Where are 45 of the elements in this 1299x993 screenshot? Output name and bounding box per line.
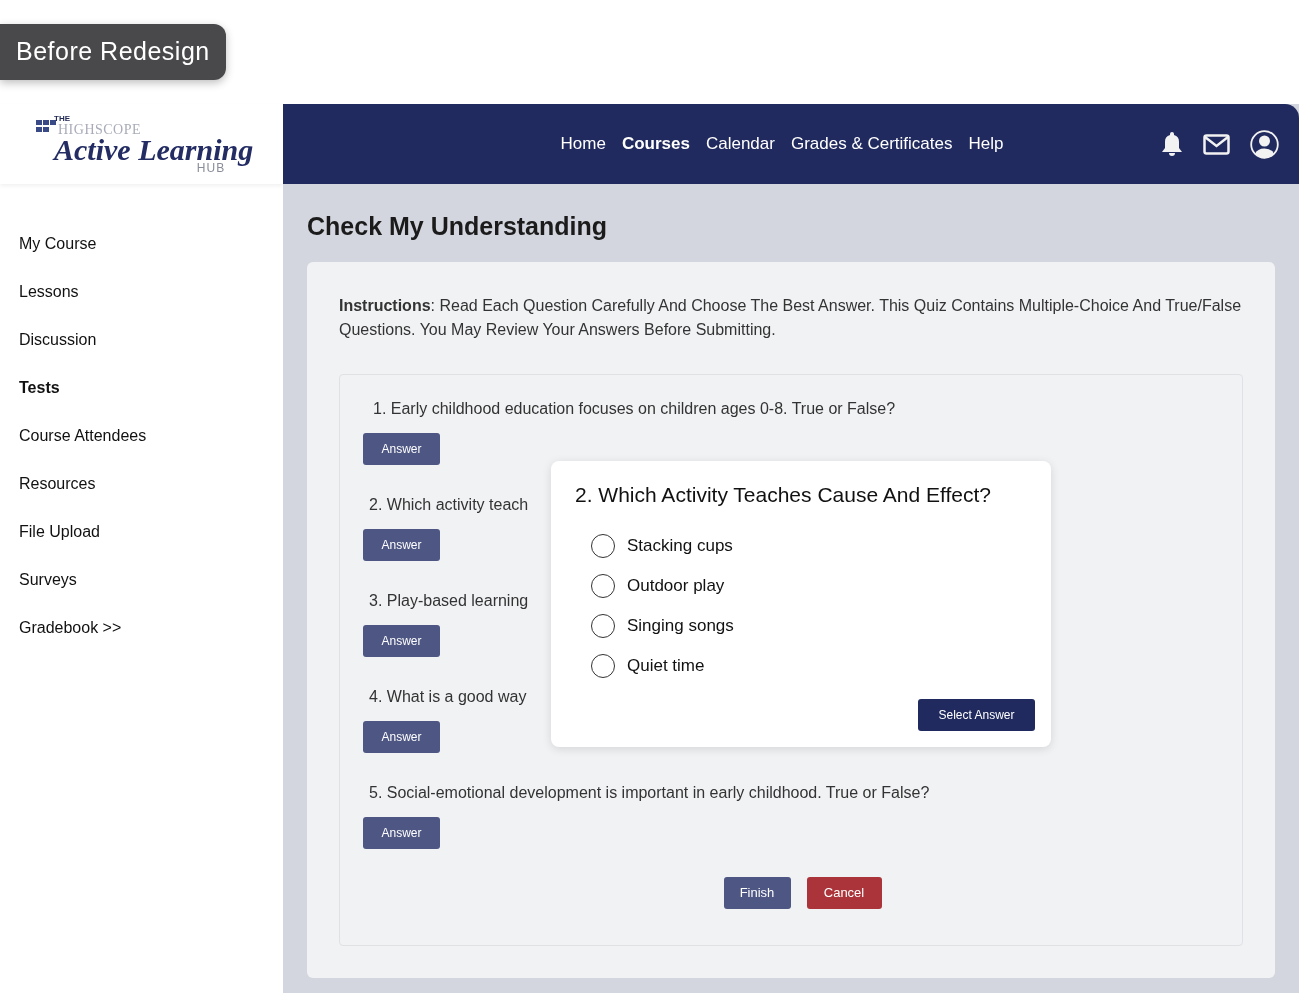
page-label: Before Redesign [0, 24, 226, 80]
radio-button[interactable] [591, 654, 615, 678]
radio-button[interactable] [591, 614, 615, 638]
nav-link[interactable]: Help [968, 131, 1004, 157]
nav-link[interactable]: Courses [621, 131, 690, 157]
option-label: Quiet time [627, 655, 705, 678]
bell-icon[interactable] [1161, 131, 1183, 157]
sidebar-item[interactable]: Surveys [19, 568, 77, 592]
question-text: 2. Which activity teach [369, 494, 529, 515]
radio-button[interactable] [591, 574, 615, 598]
sidebar-item[interactable]: Gradebook >> [19, 616, 122, 640]
option-label: Stacking cups [627, 535, 733, 558]
logo-brand: HIGHSCOPE [58, 122, 143, 137]
question-text: 4. What is a good way [369, 686, 527, 707]
answer-button[interactable]: Answer [363, 816, 440, 849]
sidebar-item[interactable]: Discussion [19, 328, 97, 352]
sidebar-item[interactable]: Tests [19, 376, 60, 400]
mail-icon[interactable] [1203, 133, 1230, 155]
answer-button[interactable]: Answer [363, 528, 440, 561]
question-text: 3. Play-based learning [369, 590, 529, 611]
nav-link[interactable]: Grades & Certificates [790, 131, 953, 157]
sidebar-item[interactable]: File Upload [19, 520, 100, 544]
answer-button[interactable]: Answer [363, 624, 440, 657]
cancel-button[interactable]: Cancel [806, 876, 882, 909]
sidebar-item[interactable]: Resources [19, 472, 96, 496]
question-text: 5. Social-emotional development is important in early childhood. True or False? [369, 782, 930, 803]
nav-link[interactable]: Calendar [705, 131, 775, 157]
nav-link[interactable]: Home [560, 131, 606, 157]
logo-text: THE [54, 114, 71, 123]
page-title: Check My Understanding [307, 211, 609, 242]
select-answer-button[interactable]: Select Answer [918, 698, 1035, 731]
question-text: 1. Early childhood education focuses on children ages 0-8. True or False? [373, 398, 896, 419]
user-icon[interactable] [1250, 129, 1279, 159]
radio-button[interactable] [591, 534, 615, 558]
option-label: Outdoor play [627, 575, 725, 598]
sidebar-item[interactable]: My Course [19, 232, 97, 256]
option-label: Singing songs [627, 615, 734, 638]
logo-title: Active Learning [54, 134, 254, 165]
answer-button[interactable]: Answer [363, 432, 440, 465]
sidebar-item[interactable]: Course Attendees [19, 424, 147, 448]
instructions-text: Instructions: Read Each Question Carefully And Choose The Best Answer. This Quiz Contains Multiple-Choice And True/False Questions. You May Review Your Answers Before Submitting. [339, 295, 1243, 340]
answer-button[interactable]: Answer [363, 720, 440, 753]
dialog-title: 2. Which Activity Teaches Cause And Effect? [575, 481, 992, 508]
finish-button[interactable]: Finish [723, 876, 791, 909]
sidebar-item[interactable]: Lessons [19, 280, 79, 304]
